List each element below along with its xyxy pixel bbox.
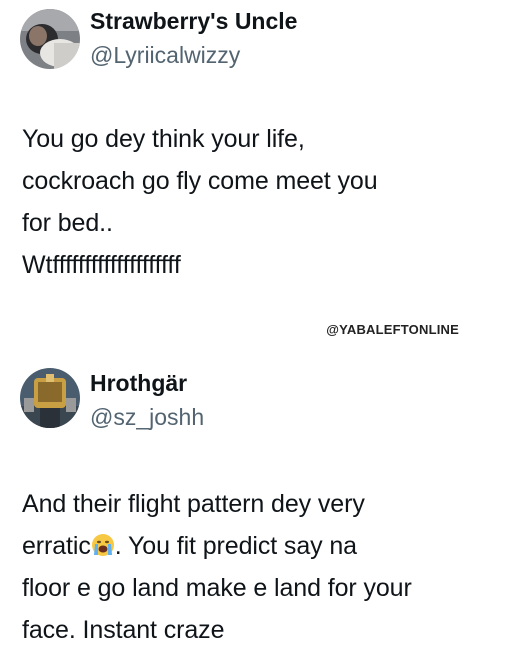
game-character-avatar-icon (20, 368, 80, 428)
avatar[interactable] (20, 368, 80, 428)
author-name[interactable]: Hrothgär (90, 370, 187, 397)
tweet-text-line: Wtffffffffffffffffffff (22, 251, 181, 279)
author-name[interactable]: Strawberry's Uncle (90, 8, 297, 35)
profile-photo-icon (20, 9, 80, 69)
author-handle[interactable]: @Lyriicalwizzy (90, 42, 240, 69)
tweet-text: You go dey think your life, cockroach go… (22, 118, 500, 244)
tweet-text-reaction: Wtffffffffffffffffffff (22, 244, 500, 286)
tweet-text-line: And their flight pattern dey very (22, 490, 365, 518)
loudly-crying-face-emoji (91, 528, 115, 556)
tweet-text-line: for bed.. (22, 209, 113, 237)
tweet-text-fragment: . You fit predict say na (114, 532, 357, 560)
tweet-text-fragment: erratic (22, 532, 91, 560)
author-handle[interactable]: @sz_joshh (90, 404, 204, 431)
tweet-text: And their flight pattern dey very errati… (22, 483, 500, 651)
tweet-text-line: cockroach go fly come meet you (22, 167, 378, 195)
tweet-text-line: You go dey think your life, (22, 125, 305, 153)
watermark: @YABALEFTONLINE (326, 322, 459, 337)
tweet-text-line: floor e go land make e land for your (22, 574, 412, 602)
tweet-text-line: erratic . You fit predict say na (22, 525, 500, 567)
tweet-text-line: face. Instant craze (22, 616, 225, 644)
avatar[interactable] (20, 9, 80, 69)
